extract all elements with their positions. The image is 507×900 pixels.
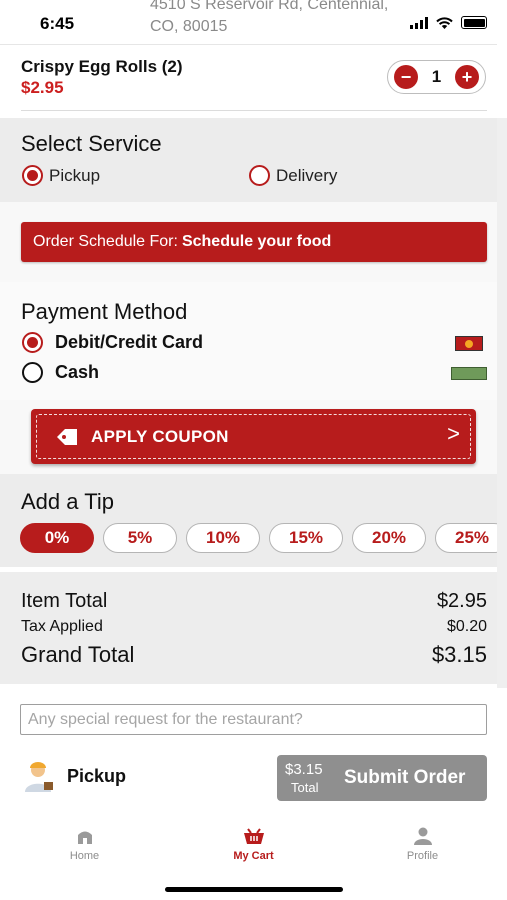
tax-row: Tax Applied $0.20	[21, 618, 487, 636]
payment-section: Payment Method Debit/Credit Card Cash	[0, 282, 497, 400]
service-option-label: Pickup	[49, 165, 101, 185]
apply-coupon-label: APPLY COUPON	[91, 426, 229, 446]
delivery-address: 4510 S Reservoir Rd, Centennial, CO, 800…	[150, 0, 450, 38]
quantity-stepper: − 1 +	[387, 60, 486, 94]
tag-icon	[57, 428, 77, 445]
home-icon	[77, 831, 92, 844]
item-price: $2.95	[21, 78, 64, 97]
order-schedule-button[interactable]: Order Schedule For: Schedule your food	[21, 222, 487, 262]
submit-order-button[interactable]: $3.15 Total Submit Order	[277, 755, 487, 801]
tab-profile[interactable]: Profile	[338, 815, 507, 875]
submit-total-label: Total	[291, 780, 319, 795]
cart-icon	[243, 828, 264, 844]
grand-total-value: $3.15	[431, 642, 487, 667]
submit-order-label: Submit Order	[344, 767, 466, 788]
status-icons	[410, 16, 487, 29]
payment-option-label: Cash	[55, 362, 100, 382]
schedule-prefix: Order Schedule For:	[33, 233, 178, 250]
tip-option-0[interactable]: 0%	[20, 523, 94, 553]
payment-title: Payment Method	[21, 299, 188, 324]
profile-icon	[413, 827, 432, 845]
wifi-icon	[436, 16, 453, 29]
tab-label: Profile	[406, 850, 439, 862]
service-option-pickup[interactable]: Pickup	[22, 165, 100, 186]
cart-item: Crispy Egg Rolls (2) $2.95 − 1 +	[0, 45, 497, 111]
payment-option-cash[interactable]: Cash	[22, 362, 99, 383]
tab-bar: Home My Cart Profile	[0, 815, 507, 875]
item-divider	[21, 110, 487, 111]
credit-card-icon	[455, 336, 483, 351]
tip-option-20[interactable]: 20%	[352, 523, 426, 553]
service-option-label: Delivery	[276, 165, 338, 185]
order-mode: Pickup	[20, 760, 126, 792]
order-mode-label: Pickup	[67, 765, 127, 786]
apply-coupon-button[interactable]: APPLY COUPON >	[31, 409, 476, 464]
tab-label: Home	[69, 850, 100, 862]
item-total-row: Item Total $2.95	[21, 590, 487, 613]
item-total-label: Item Total	[21, 590, 108, 612]
increase-quantity-button[interactable]: +	[455, 65, 479, 89]
delivery-person-icon	[25, 762, 53, 792]
service-title: Select Service	[21, 131, 162, 156]
chevron-right-icon: >	[447, 421, 460, 446]
item-total-value: $2.95	[436, 590, 487, 612]
home-indicator	[165, 887, 343, 892]
quantity-value: 1	[431, 67, 442, 86]
tab-label: My Cart	[233, 850, 274, 862]
tax-label: Tax Applied	[21, 618, 103, 635]
signal-icon	[410, 16, 428, 29]
payment-option-card[interactable]: Debit/Credit Card	[22, 332, 203, 353]
payment-option-label: Debit/Credit Card	[55, 332, 204, 352]
service-section: Select Service Pickup Delivery	[0, 118, 497, 202]
submit-amount: $3.15	[285, 761, 323, 778]
radio-unselected-icon	[22, 362, 43, 383]
tip-options[interactable]: 0% 5% 10% 15% 20% 25%	[20, 523, 497, 555]
service-option-delivery[interactable]: Delivery	[249, 165, 337, 186]
tip-option-15[interactable]: 15%	[269, 523, 343, 553]
grand-total-label: Grand Total	[21, 642, 135, 667]
item-name: Crispy Egg Rolls (2)	[21, 57, 183, 76]
schedule-value: Schedule your food	[181, 233, 332, 250]
radio-unselected-icon	[249, 165, 270, 186]
tab-home[interactable]: Home	[0, 815, 169, 875]
decrease-quantity-button[interactable]: −	[394, 65, 418, 89]
special-request-input[interactable]	[20, 704, 487, 735]
tab-my-cart[interactable]: My Cart	[169, 815, 338, 875]
tip-title: Add a Tip	[21, 489, 114, 514]
status-time: 6:45	[40, 14, 75, 33]
scrollbar[interactable]	[497, 118, 507, 688]
tip-option-25[interactable]: 25%	[435, 523, 497, 553]
tax-value: $0.20	[446, 618, 487, 635]
cash-icon	[451, 367, 487, 380]
battery-icon	[461, 16, 487, 29]
tip-option-10[interactable]: 10%	[186, 523, 260, 553]
radio-selected-icon	[22, 165, 43, 186]
address-line-2: CO, 80015	[150, 18, 228, 35]
radio-selected-icon	[22, 332, 43, 353]
status-bar: 6:45 4510 S Reservoir Rd, Centennial, CO…	[0, 0, 507, 44]
tip-option-5[interactable]: 5%	[103, 523, 177, 553]
grand-total-row: Grand Total $3.15	[21, 642, 487, 668]
address-line-1: 4510 S Reservoir Rd, Centennial,	[150, 0, 389, 13]
